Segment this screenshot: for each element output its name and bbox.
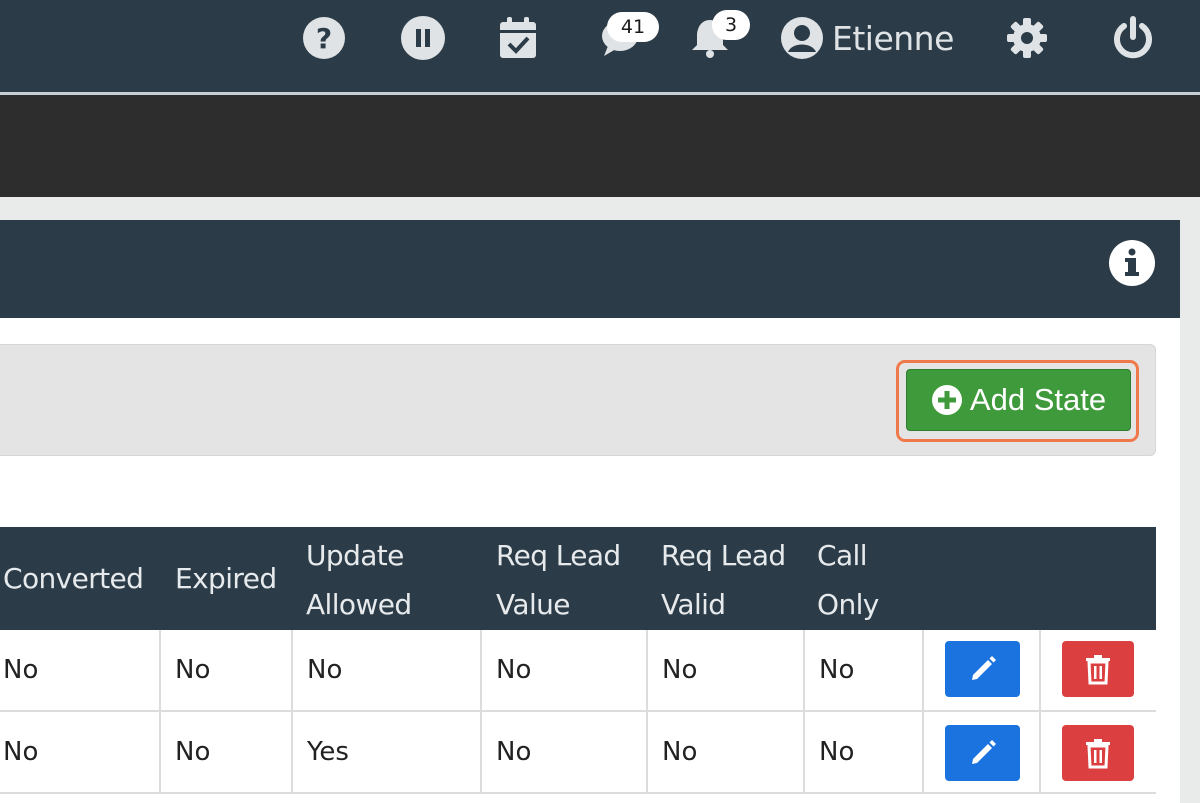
help-icon[interactable]: ? xyxy=(300,14,348,62)
delete-button[interactable] xyxy=(1062,641,1134,697)
power-icon[interactable] xyxy=(1110,14,1156,62)
cell-edit xyxy=(924,712,1041,792)
header-expired[interactable]: Expired xyxy=(175,554,277,603)
cell-req-lead-value: No xyxy=(482,630,648,710)
cell-delete xyxy=(1041,630,1156,710)
secondary-bar xyxy=(0,95,1200,197)
edit-button[interactable] xyxy=(945,641,1020,697)
table-row: No No Yes No No No xyxy=(0,712,1156,794)
top-navbar: ? 41 3 Etienne xyxy=(0,0,1200,95)
calendar-check-icon[interactable] xyxy=(496,14,540,62)
header-converted[interactable]: Converted xyxy=(3,554,144,603)
user-circle-icon xyxy=(781,17,823,59)
messages-count-badge: 41 xyxy=(607,12,659,42)
cell-expired: No xyxy=(161,712,293,792)
cell-update-allowed: Yes xyxy=(293,712,482,792)
delete-button[interactable] xyxy=(1062,725,1134,781)
gear-icon[interactable] xyxy=(1004,14,1050,62)
info-icon[interactable] xyxy=(1108,239,1156,287)
user-menu[interactable]: Etienne xyxy=(780,14,954,62)
header-req-lead-value[interactable]: Req Lead Value xyxy=(496,531,621,629)
trash-icon xyxy=(1086,739,1110,769)
cell-call-only: No xyxy=(805,712,924,792)
add-state-label: Add State xyxy=(969,382,1107,417)
plus-circle-icon xyxy=(931,385,962,415)
cell-call-only: No xyxy=(805,630,924,710)
svg-text:?: ? xyxy=(316,22,332,55)
notifications-count-badge: 3 xyxy=(712,10,750,40)
pause-icon[interactable] xyxy=(399,14,447,62)
states-panel: Add State Converted Expired Update Allowe… xyxy=(0,220,1180,803)
add-state-button[interactable]: Add State xyxy=(906,369,1131,431)
edit-button[interactable] xyxy=(945,725,1020,781)
cell-delete xyxy=(1041,712,1156,792)
header-call-only[interactable]: Call Only xyxy=(817,531,879,629)
pencil-icon xyxy=(971,740,996,764)
trash-icon xyxy=(1086,655,1110,685)
header-update-allowed[interactable]: Update Allowed xyxy=(306,531,412,629)
cell-expired: No xyxy=(161,630,293,710)
panel-header xyxy=(0,220,1180,318)
cell-converted: No xyxy=(0,712,161,792)
cell-converted: No xyxy=(0,630,161,710)
cell-edit xyxy=(924,630,1041,710)
cell-update-allowed: No xyxy=(293,630,482,710)
table-row: No No No No No No xyxy=(0,630,1156,712)
table-header: Converted Expired Update Allowed Req Lead… xyxy=(0,527,1156,630)
pencil-icon xyxy=(971,656,996,680)
header-req-lead-valid[interactable]: Req Lead Valid xyxy=(661,531,786,629)
cell-req-lead-valid: No xyxy=(648,712,805,792)
user-name: Etienne xyxy=(832,18,954,58)
cell-req-lead-valid: No xyxy=(648,630,805,710)
cell-req-lead-value: No xyxy=(482,712,648,792)
